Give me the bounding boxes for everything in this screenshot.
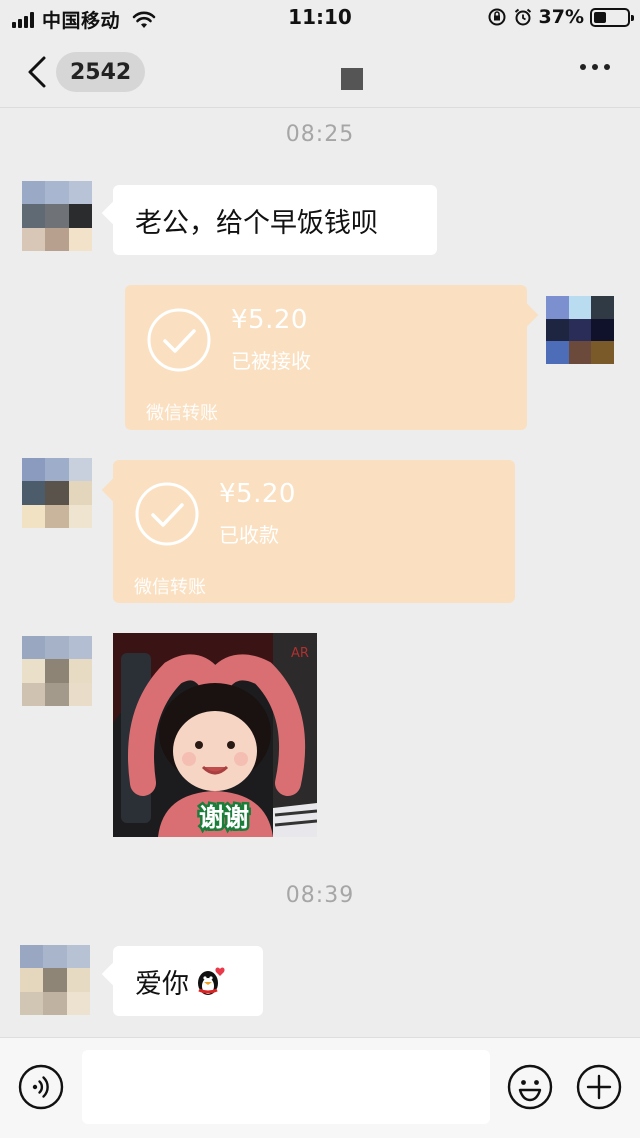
avatar-wife[interactable] [22,181,92,251]
avatar-husband[interactable] [546,296,614,364]
status-right: 37% [487,6,634,28]
unread-count-badge[interactable]: 2542 [56,52,146,92]
alarm-icon [514,8,531,26]
avatar-wife[interactable] [20,945,90,1015]
message-text: 老公，给个早饭钱呗 [135,207,378,239]
girl-heart-sticker-icon: AR 谢谢 [113,633,317,837]
sticker-image[interactable]: AR 谢谢 [113,633,317,837]
message-input[interactable] [82,1050,490,1124]
transfer-status: 已被接收 [231,349,311,373]
chat-nav-bar: 2542 [0,36,640,108]
avatar-wife[interactable] [22,636,92,706]
check-circle-icon [147,308,211,372]
chat-input-bar [0,1037,640,1138]
avatar-wife[interactable] [22,458,92,528]
chevron-left-icon[interactable] [24,54,50,90]
message-bubble[interactable]: 老公，给个早饭钱呗 [113,185,437,255]
message-text: 爱你 [135,968,189,1000]
check-circle-icon [135,482,199,546]
transfer-amount: ¥5.20 [219,479,296,509]
transfer-footer: 微信转账 [134,577,206,598]
plus-icon[interactable] [576,1064,622,1110]
status-bar: 中国移动 11:10 37% [0,0,640,36]
chat-title-redacted [341,68,363,90]
more-dots-icon[interactable] [580,64,610,70]
sticker-caption: 谢谢 [199,803,249,832]
timestamp: 08:39 [285,883,355,908]
penguin-heart-icon [198,967,225,995]
emoji-icon[interactable] [507,1064,553,1110]
timestamp: 08:25 [285,122,355,147]
transfer-card-received[interactable]: ¥5.20 已收款 微信转账 [113,460,515,603]
voice-icon[interactable] [18,1064,64,1110]
orientation-lock-icon [488,8,506,26]
svg-text:AR: AR [291,646,309,661]
battery-icon [590,7,634,27]
transfer-status: 已收款 [219,523,279,547]
transfer-card-sent[interactable]: ¥5.20 已被接收 微信转账 [125,285,527,430]
battery-percent: 37% [538,6,584,28]
transfer-amount: ¥5.20 [231,305,308,335]
transfer-footer: 微信转账 [146,403,218,424]
message-bubble[interactable]: 爱你 [113,946,263,1016]
